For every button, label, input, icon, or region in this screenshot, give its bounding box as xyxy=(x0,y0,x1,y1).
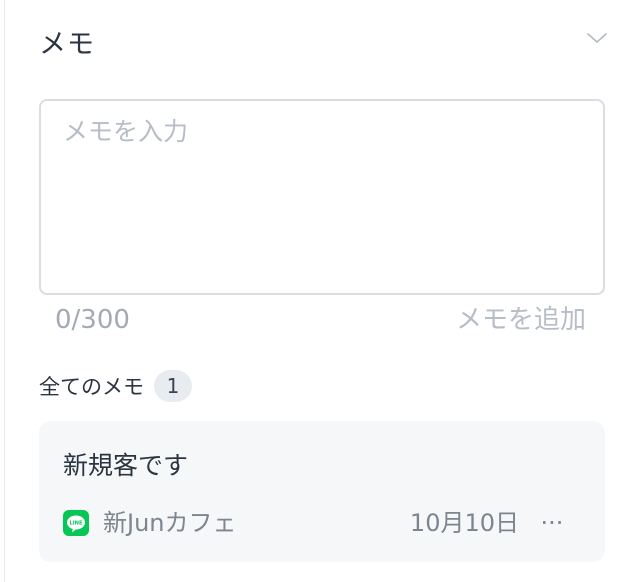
line-icon-text: LINE xyxy=(69,521,83,527)
memo-text: 新規客です xyxy=(63,451,189,480)
memo-card: 新規客です LINE 新Junカフェ 10月10日 ··· xyxy=(39,421,605,562)
character-counter: 0/300 xyxy=(55,305,130,335)
more-options-button[interactable]: ··· xyxy=(535,507,569,539)
memo-meta: LINE 新Junカフェ 10月10日 ··· xyxy=(63,507,581,539)
memo-source-name: 新Junカフェ xyxy=(103,509,237,537)
section-title: メモ xyxy=(39,29,95,60)
memo-panel: メモ 0/300 メモを追加 全てのメモ 1 新規客です LINE 新Junカフ… xyxy=(4,0,638,582)
all-memos-header: 全てのメモ 1 xyxy=(39,369,192,403)
all-memos-label: 全てのメモ xyxy=(39,375,144,399)
memo-count-badge: 1 xyxy=(154,370,192,402)
memo-section-header[interactable]: メモ xyxy=(39,26,609,66)
line-icon: LINE xyxy=(63,510,89,536)
memo-input[interactable] xyxy=(39,99,605,295)
memo-date: 10月10日 xyxy=(409,509,519,537)
add-memo-button[interactable]: メモを追加 xyxy=(456,303,586,337)
chevron-down-icon[interactable] xyxy=(585,26,609,50)
